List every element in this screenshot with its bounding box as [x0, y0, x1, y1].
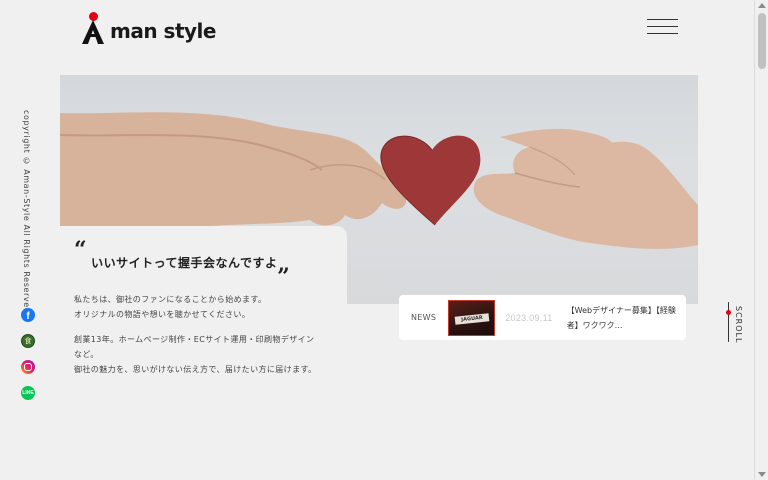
instagram-icon[interactable] — [21, 360, 35, 374]
copyright-text: copyright © Aman-Style All Rights Reserv… — [22, 110, 31, 317]
intro-para2-line1: 創業13年。ホームページ制作・ECサイト運用・印刷物デザイン — [74, 335, 315, 344]
intro-para2-line3: 御社の魅力を、思いがけない伝え方で、届けたい方に届けます。 — [74, 365, 317, 374]
headline-text: いいサイトって握手会なんですよ — [91, 256, 278, 270]
tabelog-icon[interactable]: 食 — [21, 334, 35, 348]
logo-mark-icon — [80, 12, 108, 44]
logo-text: man style — [110, 19, 216, 43]
intro-para1-line2: オリジナルの物語や想いを聴かせてください。 — [74, 310, 251, 319]
news-card[interactable]: NEWS JAGUAR 2023.09.11 【Webデザイナー募集】【経験者】… — [399, 295, 686, 340]
news-thumb-text: JAGUAR — [461, 314, 484, 323]
news-title-link[interactable]: 【Webデザイナー募集】【経験者】ワクワク… — [567, 303, 685, 333]
intro-body: 私たちは、御社のファンになることから始めます。 オリジナルの物語や想いを聴かせて… — [74, 292, 347, 377]
site-logo[interactable]: man style — [80, 12, 216, 44]
scrollbar-thumb[interactable] — [758, 13, 766, 69]
menu-hamburger-button[interactable] — [647, 19, 678, 35]
facebook-icon[interactable]: f — [21, 308, 35, 322]
open-quote-mark: “ — [74, 237, 88, 263]
scroll-down-arrow-icon[interactable] — [758, 472, 766, 477]
intro-para2-line2: など。 — [74, 350, 99, 359]
social-links: f 食 LINE — [21, 308, 35, 400]
scroll-label: SCROLL — [734, 306, 743, 344]
news-label: NEWS — [411, 313, 437, 322]
line-icon[interactable]: LINE — [21, 386, 35, 400]
intro-para1-line1: 私たちは、御社のファンになることから始めます。 — [74, 295, 267, 304]
close-quote-mark: „ — [277, 251, 291, 277]
page-scrollbar[interactable] — [754, 0, 768, 480]
news-thumbnail[interactable]: JAGUAR — [448, 299, 496, 336]
scroll-up-arrow-icon[interactable] — [758, 3, 766, 8]
intro-card: “ いいサイトって握手会なんですよ „ 私たちは、御社のファンになることから始め… — [60, 226, 347, 480]
news-date: 2023.09.11 — [505, 312, 553, 323]
intro-headline: “ いいサイトって握手会なんですよ „ — [74, 237, 347, 277]
